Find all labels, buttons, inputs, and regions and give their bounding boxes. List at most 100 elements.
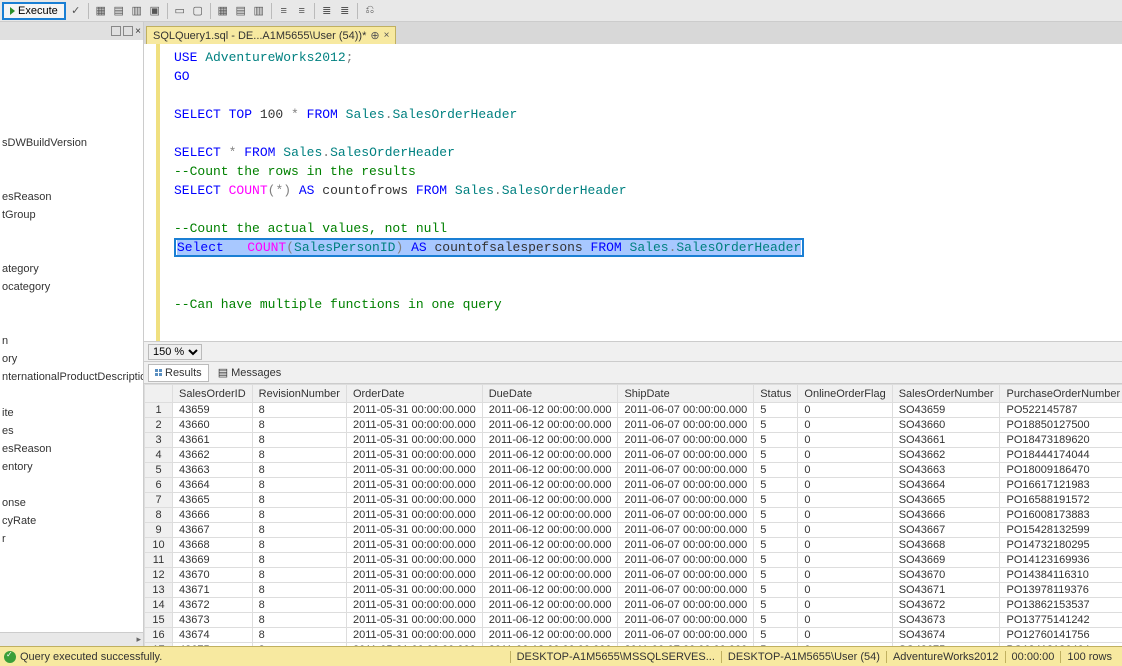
column-header[interactable]: SalesOrderNumber [892, 385, 1000, 403]
table-row[interactable]: 114366982011-05-31 00:00:00.0002011-06-1… [145, 553, 1122, 568]
tree-item[interactable]: ocategory [2, 278, 143, 296]
table-row[interactable]: 24366082011-05-31 00:00:00.0002011-06-12… [145, 418, 1122, 433]
results-grid[interactable]: SalesOrderIDRevisionNumberOrderDateDueDa… [144, 384, 1122, 646]
tree-item[interactable] [2, 296, 143, 314]
toolbar-icon[interactable]: ▢ [190, 3, 206, 19]
uncomment-icon[interactable]: ≣ [337, 3, 353, 19]
execute-button[interactable]: Execute [2, 2, 66, 20]
messages-icon: ▤ [218, 366, 228, 379]
toolbar-icon[interactable]: ▭ [172, 3, 188, 19]
toolbar-icon[interactable]: ▥ [251, 3, 267, 19]
column-header[interactable]: OnlineOrderFlag [798, 385, 892, 403]
column-header[interactable] [145, 385, 173, 403]
tree-item[interactable]: ite [2, 404, 143, 422]
toolbar-icon[interactable]: ▦ [215, 3, 231, 19]
tree-item[interactable]: sDWBuildVersion [2, 134, 143, 152]
outdent-icon[interactable]: ≡ [294, 3, 310, 19]
comment-icon[interactable]: ≣ [319, 3, 335, 19]
tree-item[interactable]: r [2, 530, 143, 548]
tree-item[interactable] [2, 152, 143, 170]
tab-messages[interactable]: ▤ Messages [211, 363, 289, 382]
column-header[interactable]: OrderDate [346, 385, 482, 403]
tree-item[interactable]: esReason [2, 440, 143, 458]
outline-toggle-icon[interactable]: - [144, 326, 1122, 338]
tree-item[interactable] [2, 242, 143, 260]
table-row[interactable]: 154367382011-05-31 00:00:00.0002011-06-1… [145, 613, 1122, 628]
table-row[interactable]: 44366282011-05-31 00:00:00.0002011-06-12… [145, 448, 1122, 463]
pin-icon[interactable]: ⊕ [370, 29, 379, 42]
table-row[interactable]: 64366482011-05-31 00:00:00.0002011-06-12… [145, 478, 1122, 493]
column-header[interactable]: SalesOrderID [173, 385, 253, 403]
success-icon [4, 651, 16, 663]
toolbar-icon[interactable]: ▤ [233, 3, 249, 19]
object-tree[interactable]: sDWBuildVersion esReasontGroup ategoryoc… [0, 40, 143, 548]
tree-item[interactable]: entory [2, 458, 143, 476]
zoom-bar: 150 % [144, 342, 1122, 362]
column-header[interactable]: DueDate [482, 385, 618, 403]
column-header[interactable]: Status [754, 385, 798, 403]
tree-item[interactable] [2, 314, 143, 332]
table-row[interactable]: 104366882011-05-31 00:00:00.0002011-06-1… [145, 538, 1122, 553]
status-time: 00:00:00 [1005, 651, 1061, 663]
table-row[interactable]: 124367082011-05-31 00:00:00.0002011-06-1… [145, 568, 1122, 583]
document-tab-active[interactable]: SQLQuery1.sql - DE...A1M5655\User (54))*… [146, 26, 396, 44]
tree-item[interactable]: esReason [2, 188, 143, 206]
tree-item[interactable] [2, 80, 143, 98]
tree-item[interactable] [2, 44, 143, 62]
toolbar-icon[interactable]: ▤ [111, 3, 127, 19]
document-tab-strip: SQLQuery1.sql - DE...A1M5655\User (54))*… [144, 22, 1122, 44]
toolbar-icon[interactable]: ▣ [147, 3, 163, 19]
table-row[interactable]: 54366382011-05-31 00:00:00.0002011-06-12… [145, 463, 1122, 478]
close-icon[interactable]: × [384, 30, 390, 41]
tree-item[interactable]: nternationalProductDescription [2, 368, 143, 386]
tree-item[interactable]: es [2, 422, 143, 440]
tree-item[interactable] [2, 170, 143, 188]
tree-item[interactable]: cyRate [2, 512, 143, 530]
tree-item[interactable] [2, 98, 143, 116]
column-header[interactable]: RevisionNumber [252, 385, 346, 403]
tree-item[interactable]: n [2, 332, 143, 350]
column-header[interactable]: PurchaseOrderNumber [1000, 385, 1122, 403]
outline-toggle-icon[interactable]: - [144, 314, 1122, 326]
tree-item[interactable]: ategory [2, 260, 143, 278]
toolbar-icon[interactable]: ⎌ [362, 3, 378, 19]
indent-icon[interactable]: ≡ [276, 3, 292, 19]
object-explorer-panel: × sDWBuildVersion esReasontGroup ategory… [0, 22, 144, 646]
table-row[interactable]: 144367282011-05-31 00:00:00.0002011-06-1… [145, 598, 1122, 613]
tree-item[interactable] [2, 224, 143, 242]
tree-item[interactable] [2, 116, 143, 134]
column-header[interactable]: ShipDate [618, 385, 754, 403]
table-row[interactable]: 84366682011-05-31 00:00:00.0002011-06-12… [145, 508, 1122, 523]
tree-item[interactable] [2, 62, 143, 80]
tree-item[interactable]: tGroup [2, 206, 143, 224]
status-user: DESKTOP-A1M5655\User (54) [721, 651, 886, 663]
table-row[interactable]: 74366582011-05-31 00:00:00.0002011-06-12… [145, 493, 1122, 508]
tab-results[interactable]: Results [148, 364, 209, 382]
zoom-select[interactable]: 150 % [148, 344, 202, 360]
execute-label: Execute [18, 5, 58, 17]
close-icon[interactable]: × [135, 26, 141, 37]
toolbar: Execute ✓ ▦ ▤ ▥ ▣ ▭ ▢ ▦ ▤ ▥ ≡ ≡ ≣ ≣ ⎌ [0, 0, 1122, 22]
toolbar-icon[interactable]: ▦ [93, 3, 109, 19]
horizontal-scrollbar[interactable]: ▸ [0, 632, 143, 646]
results-grid-wrap[interactable]: SalesOrderIDRevisionNumberOrderDateDueDa… [144, 384, 1122, 646]
table-row[interactable]: 174367582011-05-31 00:00:00.0002011-06-1… [145, 643, 1122, 647]
table-row[interactable]: 94366782011-05-31 00:00:00.0002011-06-12… [145, 523, 1122, 538]
debug-icon[interactable]: ✓ [68, 3, 84, 19]
results-tab-strip: Results ▤ Messages [144, 362, 1122, 384]
table-row[interactable]: 134367182011-05-31 00:00:00.0002011-06-1… [145, 583, 1122, 598]
tree-item[interactable] [2, 386, 143, 404]
sql-editor[interactable]: USE AdventureWorks2012;GO SELECT TOP 100… [144, 44, 1122, 342]
grid-icon [155, 369, 162, 376]
table-row[interactable]: 14365982011-05-31 00:00:00.0002011-06-12… [145, 403, 1122, 418]
tree-item[interactable] [2, 476, 143, 494]
play-icon [10, 7, 15, 15]
tab-title: SQLQuery1.sql - DE...A1M5655\User (54))* [153, 30, 366, 42]
pin-icon[interactable] [111, 26, 121, 36]
table-row[interactable]: 34366182011-05-31 00:00:00.0002011-06-12… [145, 433, 1122, 448]
tree-item[interactable]: ory [2, 350, 143, 368]
table-row[interactable]: 164367482011-05-31 00:00:00.0002011-06-1… [145, 628, 1122, 643]
dropdown-icon[interactable] [123, 26, 133, 36]
tree-item[interactable]: onse [2, 494, 143, 512]
toolbar-icon[interactable]: ▥ [129, 3, 145, 19]
